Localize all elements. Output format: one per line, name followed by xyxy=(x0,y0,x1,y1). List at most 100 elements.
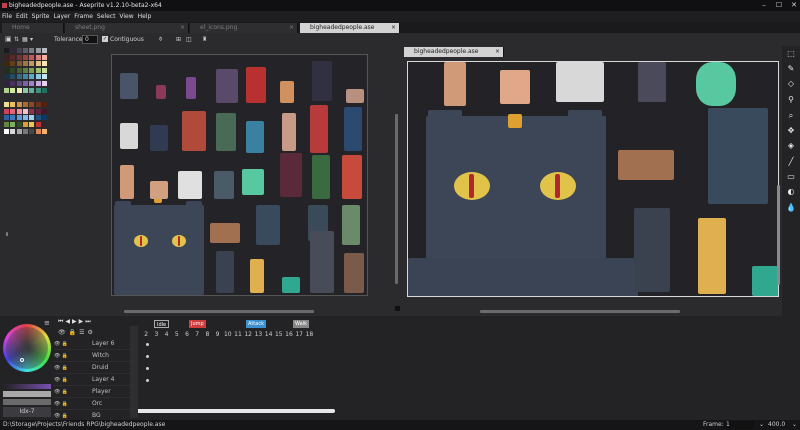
bg-color-swatch[interactable] xyxy=(3,391,51,397)
layer-row[interactable]: 👁 🔒 Witch xyxy=(54,350,130,362)
layer-visibility-lock-icons[interactable]: 👁 🔒 xyxy=(54,377,68,383)
tag-idle[interactable]: Idle xyxy=(154,320,170,328)
frame-number[interactable]: 6 xyxy=(182,331,192,338)
paint-bucket-icon[interactable]: ◈ xyxy=(786,141,796,151)
contour-icon[interactable]: ◐ xyxy=(786,187,796,197)
sort-icon[interactable]: ⇅ xyxy=(14,36,19,43)
menu-view[interactable]: View xyxy=(117,11,135,22)
layer-row[interactable]: 👁 🔒 Druid xyxy=(54,362,130,374)
palette-swatch[interactable] xyxy=(29,87,35,93)
menu-help[interactable]: Help xyxy=(136,11,154,22)
palette-swatch[interactable] xyxy=(10,128,16,134)
layer-visibility-lock-icons[interactable]: 👁 🔒 xyxy=(54,353,68,359)
menu-sprite[interactable]: Sprite xyxy=(30,11,52,22)
palette-swatch[interactable] xyxy=(35,108,41,114)
pixel-perfect-icon[interactable]: ⊞ xyxy=(176,36,181,43)
palette-swatch[interactable] xyxy=(35,61,41,67)
frame-number[interactable]: 18 xyxy=(304,331,314,338)
palette-swatch[interactable] xyxy=(4,48,9,53)
palette-swatch[interactable] xyxy=(10,108,16,114)
palette-swatch[interactable] xyxy=(35,74,41,80)
palette-swatch[interactable] xyxy=(22,67,28,73)
zoom-icon[interactable]: ⌕ xyxy=(786,111,796,121)
palette-swatch[interactable] xyxy=(35,48,41,53)
fg-color-swatch[interactable] xyxy=(3,399,51,405)
maximize-button[interactable]: ☐ xyxy=(773,0,785,11)
palette-swatch[interactable] xyxy=(35,102,41,108)
frame-input[interactable]: 1 xyxy=(724,421,754,429)
palette-swatch[interactable] xyxy=(22,115,28,121)
eyedropper-icon[interactable]: ⚲ xyxy=(786,95,796,105)
minimize-button[interactable]: – xyxy=(758,0,770,11)
palette-swatch[interactable] xyxy=(35,67,41,73)
menu-file[interactable]: File xyxy=(0,11,14,22)
tag-walk[interactable]: Walk xyxy=(293,320,309,328)
layer-visibility-header[interactable]: 👁🔒☰⚙ xyxy=(58,329,96,336)
palette-swatch[interactable] xyxy=(16,67,22,73)
palette-swatch[interactable] xyxy=(10,74,16,80)
zoom-dropdown-icon[interactable]: ⌄ xyxy=(792,420,797,430)
menu-layer[interactable]: Layer xyxy=(51,11,72,22)
palette-swatch[interactable] xyxy=(41,122,47,127)
palette-swatch[interactable] xyxy=(35,81,41,86)
tab-home[interactable]: Home xyxy=(2,23,64,33)
palette-swatch[interactable] xyxy=(22,87,28,93)
pencil-icon[interactable]: ✎ xyxy=(786,64,796,74)
palette-swatch[interactable] xyxy=(16,108,22,114)
right-tab-bigheadedpeople[interactable]: bigheadedpeople.ase × xyxy=(404,47,504,57)
palette-swatch[interactable] xyxy=(22,54,28,60)
layer-visibility-lock-icons[interactable]: 👁 🔒 xyxy=(54,401,68,407)
marquee-icon[interactable]: ⬚ xyxy=(786,49,796,59)
palette-swatch[interactable] xyxy=(16,87,22,93)
palette-swatch[interactable] xyxy=(29,67,35,73)
palette-swatch[interactable] xyxy=(29,115,35,121)
frame-number[interactable]: 9 xyxy=(213,331,223,338)
palette-swatch[interactable] xyxy=(4,128,9,134)
palette-swatch[interactable] xyxy=(41,74,47,80)
line-icon[interactable]: ╱ xyxy=(786,157,796,167)
playback-controls[interactable]: ⏮◀▶▶⏭ xyxy=(58,318,93,326)
palette-preset-icon[interactable]: ▦ xyxy=(22,36,28,43)
palette-swatch[interactable] xyxy=(16,102,22,108)
palette-swatch[interactable] xyxy=(10,61,16,67)
palette-swatch[interactable] xyxy=(4,115,9,121)
frame-number[interactable]: 8 xyxy=(202,331,212,338)
palette-swatch[interactable] xyxy=(41,81,47,86)
zoom-value[interactable]: 400.0 xyxy=(768,420,785,430)
frame-number[interactable]: 2 xyxy=(141,331,151,338)
tag-attack[interactable]: Attack xyxy=(246,320,266,328)
palette-swatch[interactable] xyxy=(4,108,9,114)
palette-swatch[interactable] xyxy=(29,61,35,67)
palette-swatch[interactable] xyxy=(10,102,16,108)
palette-swatch[interactable] xyxy=(16,115,22,121)
palette-swatch[interactable] xyxy=(29,48,35,53)
tab-sheet[interactable]: sheet.png × xyxy=(65,23,189,33)
frame-number[interactable]: 4 xyxy=(162,331,172,338)
layer-row[interactable]: 👁 🔒 Player xyxy=(54,386,130,398)
close-icon[interactable]: × xyxy=(391,23,396,33)
palette-swatch[interactable] xyxy=(29,102,35,108)
close-icon[interactable]: × xyxy=(180,23,185,33)
palette-swatch[interactable] xyxy=(4,122,9,127)
palette-swatch[interactable] xyxy=(35,87,41,93)
brush-icon[interactable]: ♜ xyxy=(202,36,207,43)
color-options-icon[interactable]: ≡ xyxy=(44,319,50,327)
blur-icon[interactable]: 💧 xyxy=(786,203,796,213)
frame-number[interactable]: 5 xyxy=(172,331,182,338)
right-vertical-scrollbar[interactable] xyxy=(777,185,780,285)
palette-swatch[interactable] xyxy=(35,115,41,121)
close-icon[interactable]: × xyxy=(289,23,294,33)
palette-swatch[interactable] xyxy=(10,48,16,53)
layer-row[interactable]: 👁 🔒 Layer 6 xyxy=(54,338,130,350)
cel-dot[interactable] xyxy=(146,343,149,346)
frame-number[interactable]: 14 xyxy=(264,331,274,338)
palette-swatch[interactable] xyxy=(10,67,16,73)
layer-visibility-lock-icons[interactable]: 👁 🔒 xyxy=(54,413,68,419)
palette-swatch[interactable] xyxy=(41,108,47,114)
palette-swatch[interactable] xyxy=(22,122,28,127)
palette-swatch[interactable] xyxy=(16,128,22,134)
palette-swatch[interactable] xyxy=(41,48,47,53)
palette-swatch[interactable] xyxy=(29,54,35,60)
frame-number[interactable]: 13 xyxy=(253,331,263,338)
sample-icon[interactable]: ⚱ xyxy=(158,36,163,43)
